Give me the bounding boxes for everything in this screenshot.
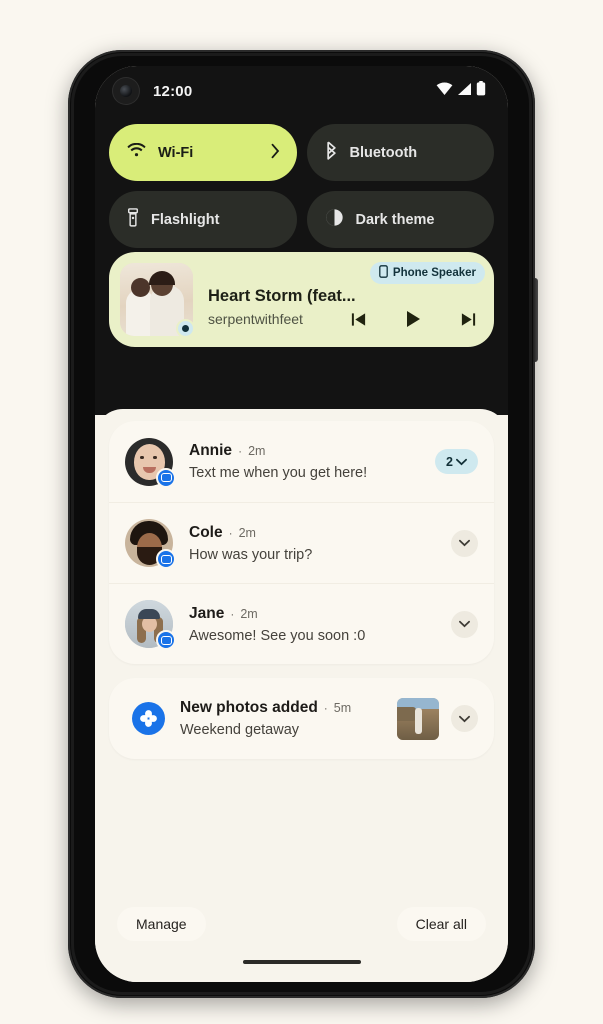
avatar (125, 600, 176, 650)
notification-count-expand-button[interactable]: 2 (435, 449, 478, 474)
tile-row-1: Wi-Fi Bluetooth (109, 124, 494, 181)
cell-signal-icon (457, 82, 472, 101)
next-track-button[interactable] (460, 311, 477, 328)
notification-message: Awesome! See you soon :0 (189, 627, 366, 644)
bluetooth-icon (325, 141, 338, 164)
messages-icon (156, 467, 176, 488)
media-player-card[interactable]: Phone Speaker Heart Storm (feat... serpe… (109, 252, 494, 347)
notification-sender: Jane (189, 604, 225, 622)
tile-dark-theme[interactable]: Dark theme (306, 191, 494, 248)
tile-label: Wi-Fi (158, 144, 194, 161)
notification-time: 2m (248, 444, 266, 458)
notification-row[interactable]: Cole · 2m How was your trip? (109, 502, 494, 583)
notification-message: Text me when you get here! (189, 465, 368, 481)
tile-flashlight[interactable]: Flashlight (109, 191, 297, 248)
play-button[interactable] (405, 310, 422, 328)
notification-content: Cole · 2m How was your trip? (173, 524, 451, 563)
notification-sender: Annie (189, 442, 233, 459)
notification-count: 2 (446, 454, 453, 469)
output-chip-label: Phone Speaker (392, 267, 476, 279)
notification-row[interactable]: Jane · 2m Awesome! See you soon :0 (109, 583, 494, 664)
chevron-down-icon (459, 615, 470, 633)
separator-dot: · (230, 606, 235, 621)
wifi-icon (436, 82, 453, 101)
expand-notification-button[interactable] (451, 610, 478, 638)
screenshot-stage: 12:00 Wi-Fi Bluetooth Flashlight Dark th… (0, 0, 603, 1024)
chevron-right-icon[interactable] (271, 143, 280, 162)
contrast-icon (325, 208, 344, 231)
notification-time: 5m (333, 701, 352, 715)
photos-notification-group: New photos added · 5m Weekend getaway (109, 678, 494, 759)
output-switcher-chip[interactable]: Phone Speaker (369, 262, 485, 284)
play-icon (405, 311, 422, 331)
notification-title: New photos added (180, 699, 318, 716)
messages-icon (156, 630, 176, 650)
chevron-down-icon (459, 534, 470, 552)
media-controls (350, 310, 477, 328)
tile-bluetooth[interactable]: Bluetooth (306, 124, 494, 181)
front-camera-punch-hole (113, 78, 139, 104)
skip-previous-icon (350, 312, 367, 331)
manage-button[interactable]: Manage (117, 907, 206, 941)
chevron-down-icon (456, 455, 467, 469)
photo-thumbnail[interactable] (397, 697, 439, 740)
notification-time: 2m (238, 525, 256, 540)
tile-label: Bluetooth (349, 144, 418, 161)
avatar (125, 519, 176, 569)
track-title: Heart Storm (feat... (208, 287, 356, 305)
tile-label: Flashlight (151, 211, 220, 228)
status-bar: 12:00 (95, 66, 508, 116)
phone-screen: 12:00 Wi-Fi Bluetooth Flashlight Dark th… (95, 66, 508, 982)
album-art-wrapper (120, 263, 195, 338)
home-gesture-indicator[interactable] (242, 960, 361, 964)
flashlight-icon (127, 208, 139, 231)
notification-subtitle: Weekend getaway (180, 722, 300, 738)
battery-icon (476, 81, 486, 101)
tile-wifi[interactable]: Wi-Fi (109, 124, 297, 181)
skip-next-icon (460, 312, 477, 331)
separator-dot: · (228, 525, 233, 540)
google-photos-icon (132, 702, 165, 735)
notification-row[interactable]: New photos added · 5m Weekend getaway (109, 678, 494, 759)
notification-time: 2m (240, 606, 258, 621)
quick-settings-tiles: Wi-Fi Bluetooth Flashlight Dark theme (109, 124, 494, 258)
notification-content: New photos added · 5m Weekend getaway (172, 699, 397, 738)
shade-action-buttons: Manage Clear all (95, 907, 508, 941)
notification-sender: Cole (189, 523, 223, 541)
notification-message: How was your trip? (189, 546, 313, 563)
avatar (125, 437, 176, 488)
messages-icon (156, 549, 176, 569)
expand-notification-button[interactable] (451, 705, 478, 732)
track-artist: serpentwithfeet (208, 311, 303, 327)
status-bar-right (436, 81, 486, 101)
conversation-notification-group: Annie · 2m Text me when you get here! 2 (109, 421, 494, 664)
power-button[interactable] (533, 278, 538, 362)
separator-dot: · (238, 444, 243, 458)
tile-label: Dark theme (355, 211, 435, 228)
media-info: Phone Speaker Heart Storm (feat... serpe… (193, 262, 485, 336)
notification-content: Jane · 2m Awesome! See you soon :0 (173, 605, 451, 644)
notification-shade: Annie · 2m Text me when you get here! 2 (95, 409, 508, 982)
previous-track-button[interactable] (350, 311, 367, 328)
status-bar-left: 12:00 (113, 78, 192, 104)
status-clock: 12:00 (153, 82, 193, 100)
notification-row[interactable]: Annie · 2m Text me when you get here! 2 (109, 421, 494, 502)
chevron-down-icon (459, 710, 470, 728)
clear-all-button[interactable]: Clear all (396, 907, 486, 941)
wifi-icon (127, 142, 146, 162)
notification-content: Annie · 2m Text me when you get here! (173, 442, 435, 481)
expand-notification-button[interactable] (451, 529, 478, 557)
separator-dot: · (323, 701, 328, 715)
quick-settings-shade: 12:00 Wi-Fi Bluetooth Flashlight Dark th… (95, 66, 508, 415)
tile-row-2: Flashlight Dark theme (109, 191, 494, 248)
phone-icon (379, 265, 388, 281)
